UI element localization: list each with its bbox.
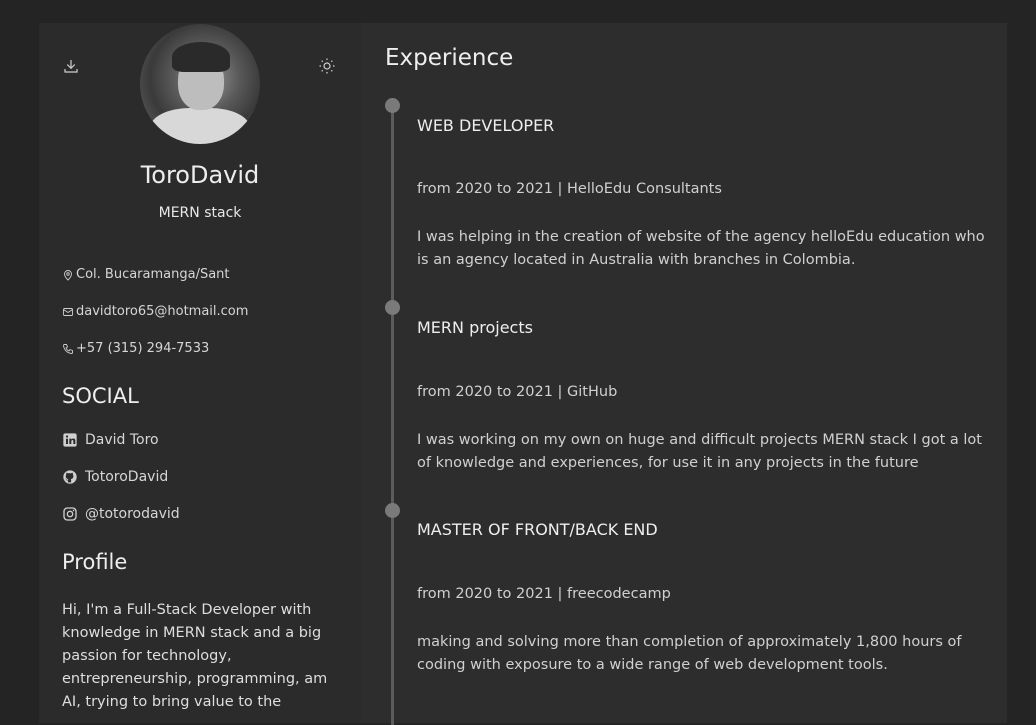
linkedin-icon (63, 433, 77, 447)
profile-text: Hi, I'm a Full-Stack Developer with know… (62, 602, 328, 710)
sun-icon[interactable] (318, 57, 338, 77)
social-linkedin[interactable]: David Toro (62, 432, 159, 448)
avatar (140, 24, 260, 144)
location-text: Col. Bucaramanga/Sant (76, 267, 230, 282)
mail-icon (63, 307, 73, 316)
job-description: making and solving more than completion … (417, 634, 962, 673)
instagram-label[interactable]: @totorodavid (85, 506, 180, 522)
experience-panel: Experience WEB DEVELOPER from 2020 to 20… (361, 23, 1007, 725)
job-title: MASTER OF FRONT/BACK END (417, 520, 658, 539)
phone-icon (63, 343, 73, 354)
profile-name: ToroDavid (140, 161, 260, 189)
job-title: MERN projects (417, 318, 533, 337)
social-github[interactable]: TotoroDavid (62, 469, 168, 485)
timeline-line (391, 105, 394, 725)
github-label[interactable]: TotoroDavid (85, 469, 168, 485)
instagram-icon (63, 507, 77, 521)
social-title: SOCIAL (62, 384, 139, 408)
linkedin-label[interactable]: David Toro (85, 432, 159, 448)
map-pin-icon (64, 269, 72, 281)
experience-title: Experience (385, 45, 514, 71)
timeline-dot (385, 300, 400, 315)
job-meta: from 2020 to 2021 | freecodecamp (417, 586, 671, 602)
timeline-dot (385, 503, 400, 518)
job-meta: from 2020 to 2021 | GitHub (417, 384, 618, 400)
job-description: I was helping in the creation of website… (417, 229, 985, 268)
phone-text[interactable]: +57 (315) 294-7533 (76, 341, 209, 356)
location-item: Col. Bucaramanga/Sant (62, 267, 230, 282)
job-description: I was working on my own on huge and diff… (417, 432, 982, 471)
email-item[interactable]: davidtoro65@hotmail.com (62, 304, 248, 319)
email-text[interactable]: davidtoro65@hotmail.com (76, 304, 248, 319)
github-icon (63, 470, 77, 484)
social-instagram[interactable]: @totorodavid (62, 506, 180, 522)
download-icon[interactable] (62, 57, 82, 77)
profile-sidebar: ToroDavid MERN stack Col. Bucaramanga/Sa… (39, 23, 361, 723)
phone-item[interactable]: +57 (315) 294-7533 (62, 341, 209, 356)
job-meta: from 2020 to 2021 | HelloEdu Consultants (417, 181, 722, 197)
profile-title: Profile (62, 550, 128, 574)
profile-role: MERN stack (158, 205, 242, 221)
job-title: WEB DEVELOPER (417, 116, 555, 135)
timeline-dot (385, 98, 400, 113)
